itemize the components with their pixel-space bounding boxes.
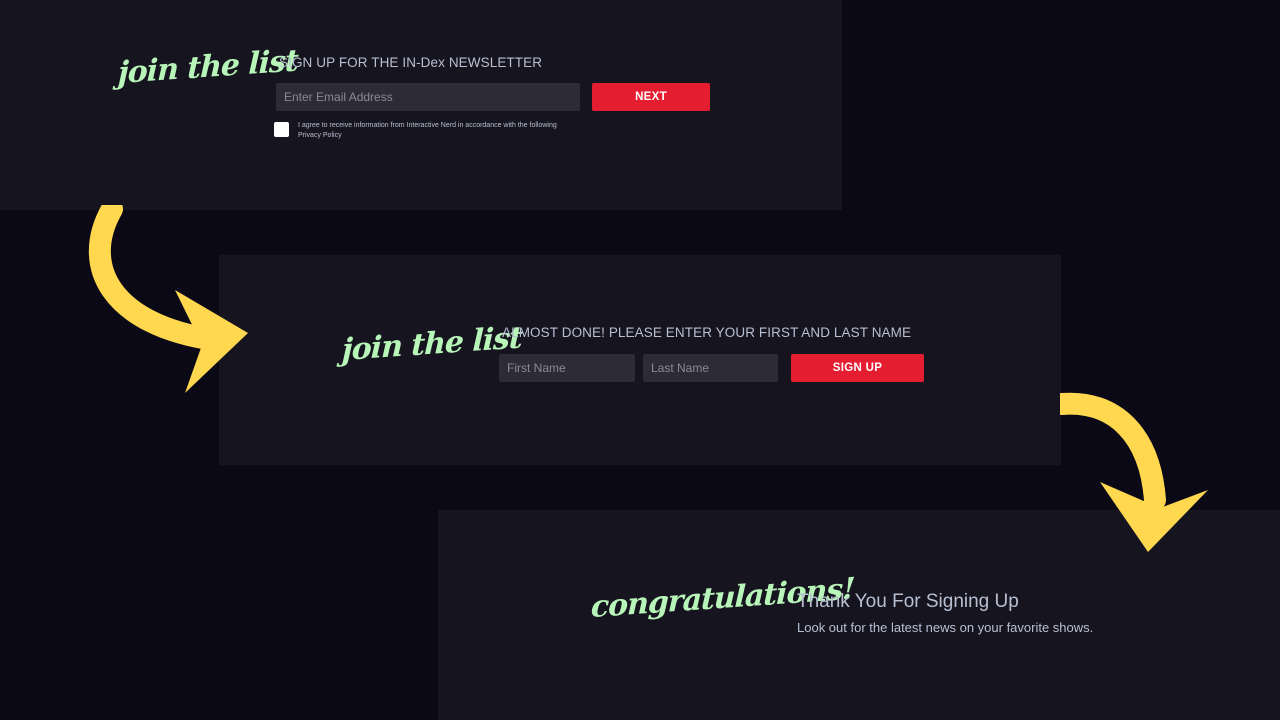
agree-label: I agree to receive information from Inte… bbox=[298, 122, 557, 139]
next-button[interactable]: NEXT bbox=[592, 83, 710, 111]
join-the-list-title: join the list bbox=[117, 43, 299, 92]
newsletter-heading: SIGN UP FOR THE IN-Dex NEWSLETTER bbox=[279, 55, 543, 70]
curved-arrow-icon bbox=[1060, 392, 1208, 552]
newsletter-step1-panel: join the list SIGN UP FOR THE IN-Dex NEW… bbox=[0, 0, 842, 210]
newsletter-step2-panel: join the list ALMOST DONE! PLEASE ENTER … bbox=[219, 255, 1061, 465]
email-input[interactable] bbox=[276, 83, 580, 111]
sign-up-button[interactable]: SIGN UP bbox=[791, 354, 924, 382]
last-name-input[interactable] bbox=[643, 354, 778, 382]
agree-checkbox[interactable] bbox=[274, 122, 289, 137]
thank-you-subtext: Look out for the latest news on your fav… bbox=[797, 620, 1094, 635]
first-name-input[interactable] bbox=[499, 354, 635, 382]
join-the-list-title: join the list bbox=[341, 320, 523, 369]
curved-arrow-icon bbox=[88, 205, 248, 393]
almost-done-heading: ALMOST DONE! PLEASE ENTER YOUR FIRST AND… bbox=[502, 325, 912, 340]
thank-you-heading: Thank You For Signing Up bbox=[797, 591, 1019, 612]
